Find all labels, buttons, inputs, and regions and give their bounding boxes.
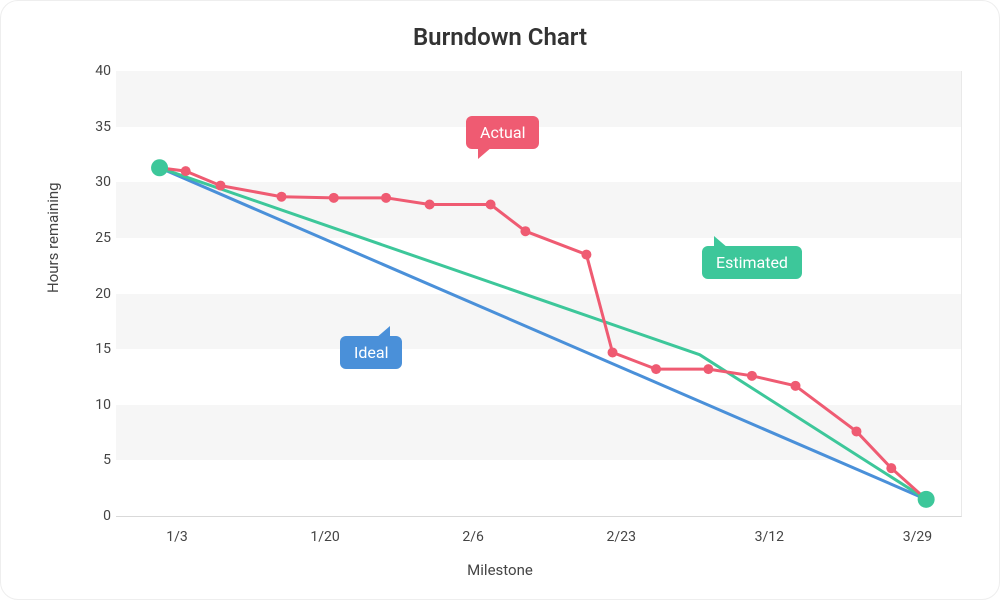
marker-actual <box>747 371 757 381</box>
y-tick-label: 15 <box>81 341 111 357</box>
x-tick-label: 2/23 <box>607 529 636 545</box>
chart-title: Burndown Chart <box>1 23 999 51</box>
marker-actual <box>651 364 661 374</box>
marker-actual <box>216 181 226 191</box>
marker-actual <box>790 381 800 391</box>
x-axis-label: Milestone <box>1 561 999 579</box>
marker-actual <box>520 226 530 236</box>
y-tick-label: 20 <box>81 286 111 302</box>
plot-area: Actual Ideal Estimated <box>116 71 962 517</box>
y-tick-label: 0 <box>81 508 111 524</box>
x-tick-label: 3/29 <box>903 529 932 545</box>
marker-actual <box>425 200 435 210</box>
callout-ideal: Ideal <box>340 336 402 369</box>
endpoint-marker <box>918 491 935 508</box>
callout-estimated-label: Estimated <box>716 253 788 272</box>
callout-actual: Actual <box>466 116 539 149</box>
x-tick-label: 1/20 <box>310 529 339 545</box>
y-tick-label: 10 <box>81 397 111 413</box>
marker-actual <box>886 463 896 473</box>
series-ideal <box>160 168 927 500</box>
y-axis-label: Hours remaining <box>44 182 62 293</box>
y-tick-label: 35 <box>81 119 111 135</box>
endpoint-marker <box>151 159 168 176</box>
y-tick-label: 5 <box>81 452 111 468</box>
marker-actual <box>181 166 191 176</box>
y-tick-label: 25 <box>81 230 111 246</box>
x-tick-label: 3/12 <box>755 529 784 545</box>
marker-actual <box>608 347 618 357</box>
callout-actual-label: Actual <box>480 123 525 142</box>
marker-actual <box>486 200 496 210</box>
marker-actual <box>581 250 591 260</box>
chart-card: Burndown Chart Actual Ideal Estimated Ho… <box>0 0 1000 600</box>
marker-actual <box>329 193 339 203</box>
marker-actual <box>851 426 861 436</box>
marker-actual <box>381 193 391 203</box>
y-tick-label: 30 <box>81 174 111 190</box>
x-tick-label: 2/6 <box>462 529 484 545</box>
marker-actual <box>703 364 713 374</box>
callout-ideal-label: Ideal <box>354 343 388 362</box>
marker-actual <box>277 192 287 202</box>
y-tick-label: 40 <box>81 63 111 79</box>
x-tick-label: 1/3 <box>166 529 188 545</box>
callout-estimated: Estimated <box>702 246 802 279</box>
